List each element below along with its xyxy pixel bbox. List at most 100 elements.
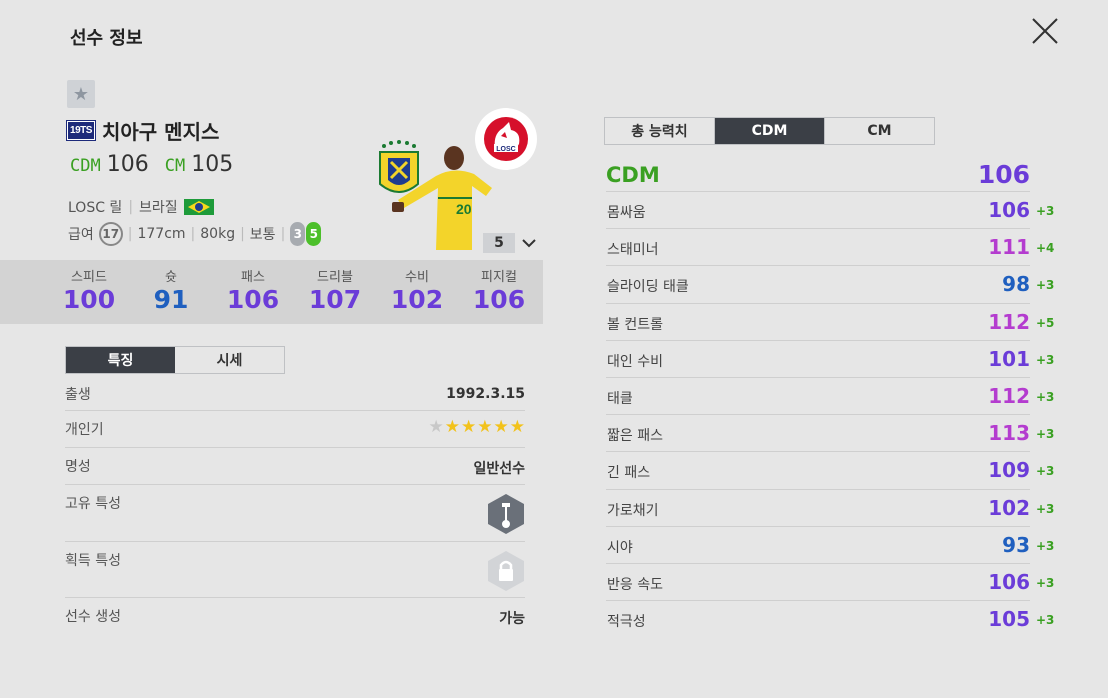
- attribute-value: 105: [988, 607, 1030, 632]
- tab-cdm[interactable]: CDM: [715, 118, 825, 144]
- star-filled-icon: ★: [461, 417, 477, 437]
- attribute-row: 몸싸움 106 +3: [606, 192, 1054, 230]
- attribute-value: 109: [988, 458, 1030, 483]
- jersey-number: 20: [456, 201, 472, 217]
- acquired-trait-badge[interactable]: [487, 542, 525, 597]
- detail-row-creation: 선수 생성 가능: [65, 598, 525, 636]
- attribute-bonus: +5: [1036, 315, 1055, 330]
- attribute-row: 짧은 패스 113 +3: [606, 415, 1054, 453]
- attribute-name: 긴 패스: [607, 465, 651, 482]
- attribute-value: 113: [988, 421, 1030, 446]
- stat-label: 드리블: [317, 270, 353, 285]
- attribute-bonus: +3: [1036, 575, 1055, 590]
- attribute-list: 몸싸움 106 +3 스태미너 111 +4 슬라이딩 태클 98 +3 볼 컨트롤 112 +…: [606, 192, 1054, 638]
- attribute-position: CDM: [606, 162, 660, 187]
- club-logo: LOSC: [475, 108, 537, 170]
- close-button[interactable]: [1030, 16, 1060, 46]
- detail-label: 명성: [65, 459, 91, 475]
- position-code: CM: [164, 156, 186, 176]
- club-nation-line: LOSC 릴 | 브라질: [68, 197, 214, 217]
- attribute-name: 몸싸움: [607, 205, 646, 221]
- brazil-flag-icon: [183, 199, 214, 215]
- stat-shooting: 슛 91: [130, 260, 212, 324]
- weak-foot-badge: 3: [290, 222, 306, 246]
- attribute-header: CDM 106: [606, 158, 1030, 192]
- attribute-value: 102: [988, 495, 1030, 520]
- enhance-dropdown-button[interactable]: [520, 234, 538, 252]
- star-filled-icon: ★: [477, 417, 493, 437]
- stat-label: 수비: [405, 270, 429, 285]
- attribute-value: 112: [988, 309, 1030, 334]
- stat-passing: 패스 106: [212, 260, 294, 324]
- stat-value: 106: [472, 285, 526, 314]
- skill-stars: ★ ★ ★ ★ ★ ★: [429, 411, 526, 447]
- tab-traits[interactable]: 특징: [66, 347, 175, 373]
- attribute-name: 짧은 패스: [607, 428, 663, 445]
- star-filled-icon: ★: [444, 417, 460, 437]
- position-ovr: 106: [106, 152, 149, 177]
- attribute-value: 101: [988, 346, 1030, 371]
- attribute-name: 슬라이딩 태클: [607, 279, 689, 296]
- detail-row-reputation: 명성 일반선수: [65, 448, 525, 485]
- detail-value: 가능: [499, 611, 525, 627]
- star-filled-icon: ★: [509, 417, 525, 437]
- attribute-row: 볼 컨트롤 112 +5: [606, 304, 1054, 341]
- losc-logo-icon: LOSC: [484, 117, 528, 161]
- attribute-row: 대인 수비 101 +3: [606, 341, 1054, 378]
- position-ovr: 105: [191, 152, 234, 177]
- close-icon: [1032, 18, 1058, 44]
- stat-value: 91: [153, 285, 189, 314]
- tab-cm[interactable]: CM: [825, 118, 934, 144]
- position-ratings: CDM 106 CM 105: [70, 152, 243, 177]
- attribute-bonus: +3: [1036, 204, 1055, 218]
- divider: |: [190, 226, 196, 242]
- detail-label: 획득 특성: [65, 553, 121, 569]
- detail-value: 1992.3.15: [446, 386, 525, 402]
- detail-label: 선수 생성: [65, 609, 121, 625]
- detail-row-popularity: 개인기 ★ ★ ★ ★ ★ ★: [65, 411, 525, 448]
- attribute-row: 반응 속도 106 +3: [606, 564, 1054, 602]
- favorite-button[interactable]: ★: [67, 80, 95, 108]
- attribute-value: 112: [988, 383, 1030, 408]
- tab-total-stats[interactable]: 총 능력치: [605, 118, 715, 144]
- body-type: 보통: [249, 227, 276, 243]
- detail-list: 출생 1992.3.15 개인기 ★ ★ ★ ★ ★ ★ 명성 일반선수 고유 …: [65, 376, 525, 636]
- attribute-bonus: +3: [1036, 427, 1055, 442]
- stat-label: 피지컬: [481, 270, 517, 285]
- attribute-name: 반응 속도: [607, 576, 663, 593]
- stat-defending: 수비 102: [376, 260, 458, 324]
- attribute-name: 볼 컨트롤: [607, 316, 663, 333]
- attribute-value: 106: [988, 569, 1030, 594]
- tab-market-price[interactable]: 시세: [175, 347, 284, 373]
- divider: |: [280, 226, 286, 242]
- attribute-row: 가로채기 102 +3: [606, 490, 1054, 527]
- position-code: CDM: [70, 156, 101, 176]
- season-badge: 19TS: [66, 120, 96, 141]
- attribute-value: 93: [1002, 532, 1030, 557]
- club-name: LOSC 릴: [68, 200, 123, 216]
- attribute-name: 적극성: [607, 614, 646, 631]
- attribute-row: 스태미너 111 +4: [606, 229, 1054, 267]
- stat-pace: 스피드 100: [48, 260, 130, 324]
- attribute-bonus: +3: [1036, 464, 1055, 479]
- attribute-bonus: +3: [1036, 501, 1055, 516]
- attribute-name: 시야: [607, 539, 633, 556]
- detail-row-unique-trait: 고유 특성: [65, 485, 525, 542]
- attribute-name: 가로채기: [607, 502, 659, 519]
- detail-value: 일반선수: [473, 461, 525, 477]
- attribute-overall: 106: [977, 160, 1030, 189]
- attribute-bonus: +3: [1036, 538, 1055, 553]
- enhance-level[interactable]: 5: [483, 233, 515, 253]
- attribute-row: 긴 패스 109 +3: [606, 452, 1054, 490]
- salary-badge: 17: [98, 222, 123, 246]
- attribute-row: 적극성 105 +3: [606, 601, 1054, 638]
- position-tabs: 총 능력치 CDM CM: [604, 117, 935, 145]
- player-meta-line: 급여 17 | 177cm | 80kg | 보통 | 3 5: [68, 222, 322, 246]
- detail-label: 개인기: [65, 422, 104, 438]
- summary-stats: 스피드 100 슛 91 패스 106 드리블 107 수비 102 피지컬 1…: [0, 260, 543, 324]
- star-icon: ★: [72, 83, 90, 105]
- club-logo-text: LOSC: [496, 146, 515, 153]
- attribute-name: 태클: [607, 390, 633, 407]
- attribute-row: 슬라이딩 태클 98 +3: [606, 266, 1054, 304]
- unique-trait-badge[interactable]: [487, 485, 525, 541]
